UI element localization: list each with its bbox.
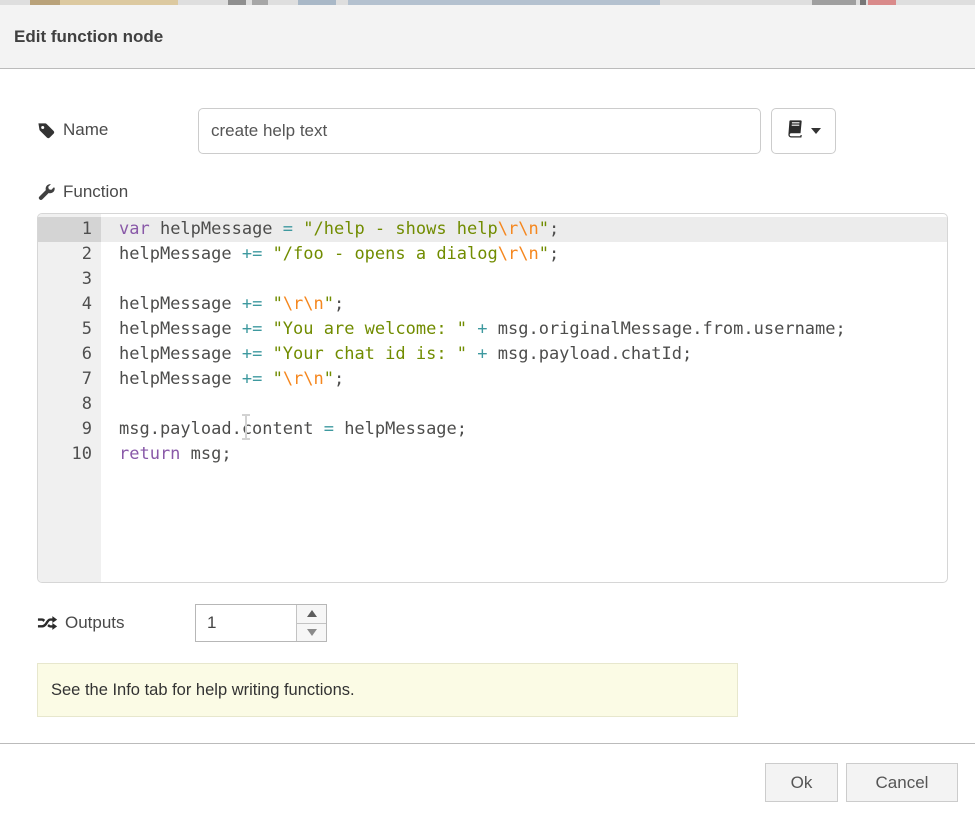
form-tip-text: See the Info tab for help writing functi… — [51, 681, 355, 700]
tag-icon — [37, 121, 56, 140]
outputs-field-label: Outputs — [37, 613, 125, 633]
line-number: 9 — [38, 417, 101, 442]
triangle-up-icon — [307, 610, 317, 617]
name-input[interactable] — [198, 108, 761, 154]
spinner-up-button[interactable] — [297, 605, 326, 624]
line-number: 3 — [38, 267, 101, 292]
form-tip: See the Info tab for help writing functi… — [37, 663, 738, 717]
function-label-text: Function — [63, 182, 128, 202]
ok-button[interactable]: Ok — [765, 763, 838, 802]
code-line: helpMessage += "You are welcome: " + msg… — [101, 317, 947, 342]
code-line: return msg; — [101, 442, 947, 467]
line-number: 10 — [38, 442, 101, 467]
code-line: var helpMessage = "/help - shows help\r\… — [101, 217, 947, 242]
book-icon — [786, 119, 805, 143]
dialog-title: Edit function node — [14, 27, 163, 47]
code-line: helpMessage += "/foo - opens a dialog\r\… — [101, 242, 947, 267]
code-line — [101, 267, 947, 292]
name-label-text: Name — [63, 120, 108, 140]
spinner-buttons — [296, 605, 326, 641]
line-number: 5 — [38, 317, 101, 342]
line-number: 2 — [38, 242, 101, 267]
edit-function-node-dialog: Edit function node Name Function 1234567… — [0, 5, 975, 815]
footer-divider — [0, 743, 975, 744]
line-number: 7 — [38, 367, 101, 392]
editor-gutter: 12345678910 — [38, 214, 101, 582]
code-line: msg.payload.content = helpMessage; — [101, 417, 947, 442]
code-line: helpMessage += "Your chat id is: " + msg… — [101, 342, 947, 367]
code-line — [101, 392, 947, 417]
outputs-spinner — [195, 604, 327, 642]
wrench-icon — [37, 183, 56, 202]
outputs-label-text: Outputs — [65, 613, 125, 633]
dialog-header: Edit function node — [0, 5, 975, 69]
line-number: 6 — [38, 342, 101, 367]
editor-code[interactable]: var helpMessage = "/help - shows help\r\… — [101, 214, 947, 582]
line-number: 1 — [38, 217, 101, 242]
code-line: helpMessage += "\r\n"; — [101, 292, 947, 317]
caret-down-icon — [811, 128, 821, 134]
function-field-label: Function — [37, 182, 128, 202]
line-number: 8 — [38, 392, 101, 417]
line-number: 4 — [38, 292, 101, 317]
cancel-button[interactable]: Cancel — [846, 763, 958, 802]
code-line: helpMessage += "\r\n"; — [101, 367, 947, 392]
library-dropdown-button[interactable] — [771, 108, 836, 154]
triangle-down-icon — [307, 629, 317, 636]
outputs-input[interactable] — [196, 605, 296, 641]
shuffle-icon — [37, 614, 58, 632]
name-field-label: Name — [37, 120, 108, 140]
spinner-down-button[interactable] — [297, 624, 326, 642]
function-code-editor[interactable]: 12345678910 var helpMessage = "/help - s… — [37, 213, 948, 583]
